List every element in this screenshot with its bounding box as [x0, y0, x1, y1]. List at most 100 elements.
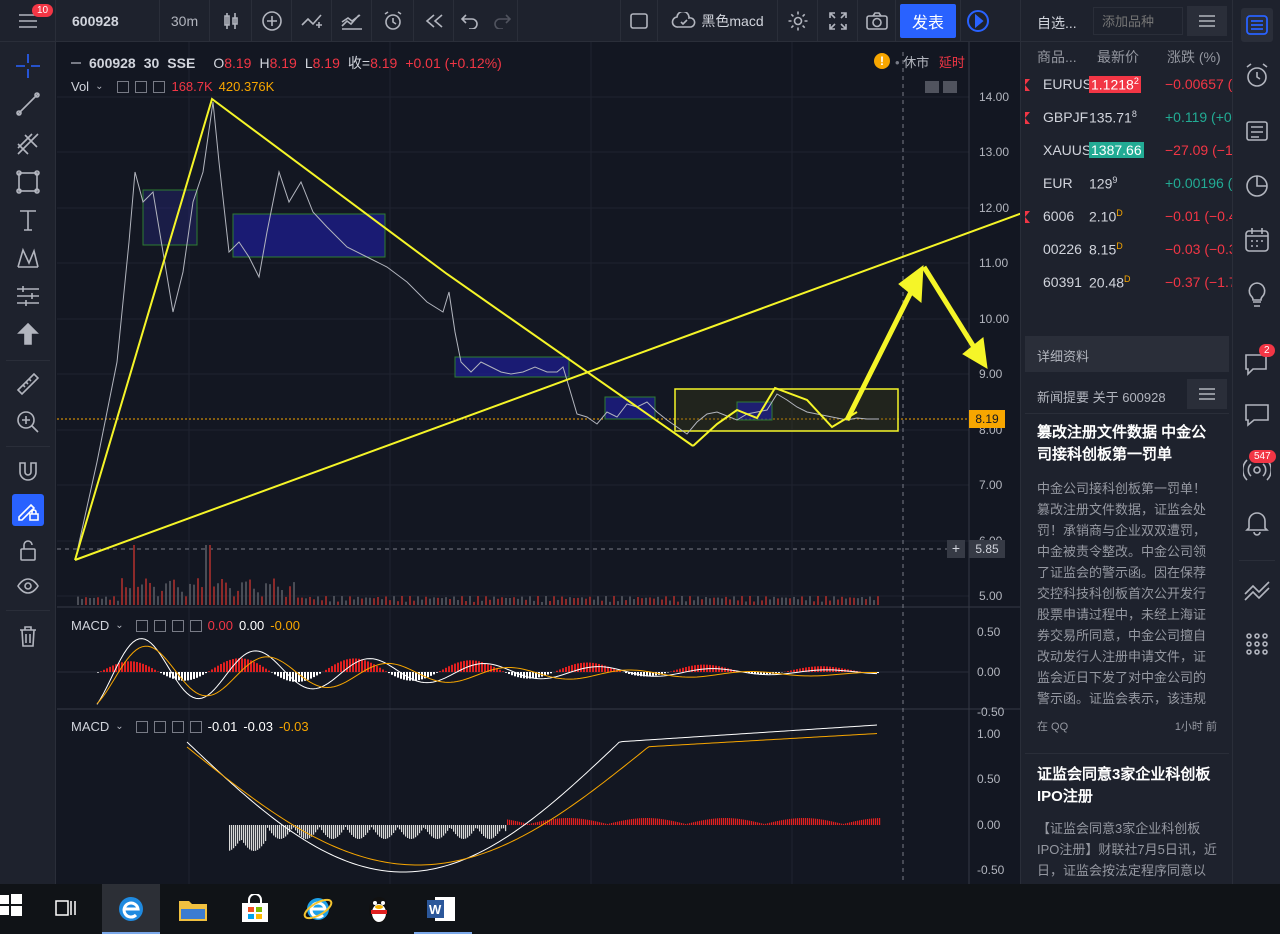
warning-icon[interactable]: !: [874, 53, 890, 69]
undo-button[interactable]: [454, 0, 486, 42]
add-alert-plus-icon[interactable]: +: [947, 540, 965, 558]
word-taskbar-button[interactable]: W: [414, 884, 472, 934]
watchlist-row[interactable]: XAUUS1387.66 −27.09 (−1.91: [1021, 134, 1233, 167]
flag-icon[interactable]: [1025, 211, 1030, 223]
qq-button[interactable]: [364, 892, 394, 931]
watchlist-row[interactable]: EUR 1299 +0.00196 (+0.: [1021, 167, 1233, 200]
chart-style-button[interactable]: [210, 0, 252, 42]
prediction-tool[interactable]: [8, 280, 48, 312]
object-tree-button[interactable]: [1243, 630, 1271, 663]
news-menu-button[interactable]: [1187, 379, 1227, 409]
pie-chart-icon: [1246, 175, 1268, 197]
messages-button[interactable]: [1243, 400, 1271, 433]
calendar-button[interactable]: [1243, 226, 1271, 259]
watchlist-row[interactable]: EURUS1.12182 −0.00657 (−0.: [1021, 68, 1233, 101]
icons-tool[interactable]: [8, 318, 48, 350]
text-tool[interactable]: [8, 204, 48, 236]
data-window-button[interactable]: [1243, 116, 1271, 149]
watchlist-row[interactable]: GBPJF135.718 +0.119 (+0.09: [1021, 101, 1233, 134]
fib-tool[interactable]: [8, 128, 48, 160]
ideas-button[interactable]: [1243, 280, 1271, 313]
close-icon[interactable]: [189, 619, 202, 632]
ie-button[interactable]: [302, 894, 334, 929]
volume-bar: [645, 597, 647, 605]
close-icon[interactable]: [153, 80, 166, 93]
remove-drawings-tool[interactable]: [8, 620, 48, 652]
settings-icon[interactable]: [135, 80, 148, 93]
fullscreen-button[interactable]: [818, 0, 858, 42]
news-item-1[interactable]: 篡改注册文件数据 中金公司接科创板第一罚单 中金公司接科创板第一罚单！篡改注册文…: [1025, 414, 1229, 754]
shape-tool[interactable]: [8, 166, 48, 198]
interval-button[interactable]: 30m: [160, 0, 210, 42]
alert-button[interactable]: [372, 0, 414, 42]
volume-bar: [825, 596, 827, 605]
price-axis[interactable]: 14.0013.0012.0011.0010.009.008.007.006.0…: [969, 42, 1020, 884]
hide-drawings-tool[interactable]: [8, 570, 48, 602]
snapshot-button[interactable]: [858, 0, 896, 42]
measure-tool[interactable]: [8, 368, 48, 400]
lock-drawings-tool[interactable]: [12, 494, 44, 526]
notifications-button[interactable]: [1243, 508, 1271, 541]
file-explorer-button[interactable]: [178, 895, 208, 928]
collapse-icon[interactable]: [71, 62, 81, 64]
chart-area[interactable]: 14.0013.0012.0011.0010.009.008.007.006.0…: [57, 42, 1020, 884]
settings-button[interactable]: [778, 0, 818, 42]
eye-icon[interactable]: [117, 80, 130, 93]
store-button[interactable]: [240, 893, 270, 929]
source-icon[interactable]: [171, 619, 184, 632]
replay-button[interactable]: [414, 0, 454, 42]
pattern-tool[interactable]: [8, 242, 48, 274]
main-menu-button[interactable]: 10: [0, 0, 56, 42]
chevron-down-icon[interactable]: ⌄: [115, 620, 123, 631]
indicators-button[interactable]: [292, 0, 332, 42]
macd1-histogram: [97, 658, 879, 682]
legend-symbol[interactable]: 600928: [89, 55, 136, 71]
financials-button[interactable]: [332, 0, 372, 42]
watchlist-panel-button[interactable]: [1241, 8, 1273, 42]
redo-button[interactable]: [486, 0, 518, 42]
chevron-down-icon[interactable]: ⌄: [115, 721, 123, 732]
watchlist-row[interactable]: 00226 8.15D −0.03 (−0.37%: [1021, 233, 1233, 266]
start-button[interactable]: [0, 894, 22, 921]
compare-button[interactable]: [252, 0, 292, 42]
watchlist-title[interactable]: 自选...: [1037, 13, 1077, 33]
price-chart[interactable]: [57, 42, 1020, 884]
volume-bar: [861, 597, 863, 605]
pane-move-icon[interactable]: [943, 81, 957, 93]
crosshair-tool[interactable]: [8, 50, 48, 82]
watchlist-row[interactable]: 60391 20.48D −0.37 (−1.77%: [1021, 266, 1233, 299]
task-view-button[interactable]: [54, 897, 78, 924]
trendline-tool[interactable]: [8, 88, 48, 120]
eye-icon[interactable]: [135, 720, 148, 733]
macd2-bar: [281, 825, 283, 839]
volume-bar: [821, 601, 823, 605]
play-button[interactable]: [960, 0, 994, 42]
symbol-search-button[interactable]: 600928: [56, 0, 160, 42]
template-button[interactable]: 黑色macd: [658, 0, 778, 42]
trading-panel-button[interactable]: [1243, 578, 1271, 611]
settings-icon[interactable]: [153, 720, 166, 733]
hotlists-button[interactable]: [1243, 172, 1271, 205]
watchlist-row[interactable]: 6006 2.10D −0.01 (−0.47%: [1021, 200, 1233, 233]
publish-button[interactable]: 发表: [900, 3, 956, 38]
zoom-tool[interactable]: [8, 406, 48, 438]
flag-icon[interactable]: [1025, 79, 1030, 91]
edge-taskbar-button[interactable]: [102, 884, 160, 934]
watchlist-menu-button[interactable]: [1187, 6, 1227, 36]
eye-icon: [17, 578, 39, 594]
settings-icon[interactable]: [153, 619, 166, 632]
flag-icon[interactable]: [1025, 112, 1030, 124]
details-panel-header[interactable]: 详细资料: [1025, 336, 1229, 372]
lock-all-tool[interactable]: [8, 534, 48, 566]
close-icon[interactable]: [189, 720, 202, 733]
layout-button[interactable]: [620, 0, 658, 42]
add-symbol-input[interactable]: [1093, 7, 1183, 35]
eye-icon[interactable]: [135, 619, 148, 632]
magnet-tool[interactable]: [8, 456, 48, 488]
source-icon[interactable]: [171, 720, 184, 733]
chevron-down-icon[interactable]: ⌄: [95, 81, 103, 92]
pane-collapse-icon[interactable]: [925, 81, 939, 93]
alerts-panel-button[interactable]: [1243, 62, 1271, 95]
macd2-bar: [255, 825, 257, 851]
news-item-2[interactable]: 证监会同意3家企业科创板IPO注册 【证监会同意3家企业科创板IPO注册】财联社…: [1025, 756, 1229, 884]
